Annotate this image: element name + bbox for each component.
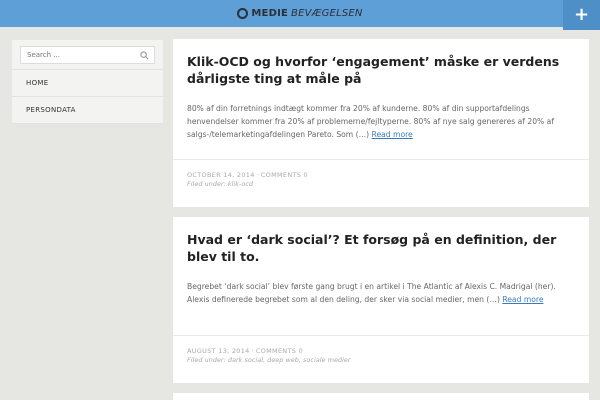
logo-circle-icon bbox=[237, 7, 249, 19]
sidebar-item-persondata[interactable]: PERSONDATA bbox=[12, 97, 163, 124]
search-box bbox=[20, 46, 155, 64]
search-input[interactable] bbox=[27, 51, 148, 59]
post-tags[interactable]: klik-ocd bbox=[228, 180, 253, 188]
post-excerpt-text: Begrebet ‘dark social’ blev første gang … bbox=[187, 282, 556, 304]
post-date[interactable]: October 14, 2014 bbox=[187, 171, 255, 179]
post-excerpt: Begrebet ‘dark social’ blev første gang … bbox=[187, 280, 575, 306]
post-excerpt-text: 80% af din forretnings indtægt kommer fr… bbox=[187, 104, 555, 139]
search-widget bbox=[12, 40, 163, 70]
post-meta: October 14, 2014 · Comments 0 Filed unde… bbox=[173, 159, 589, 207]
site-logo[interactable]: MEDIE BEVÆGELSEN bbox=[0, 6, 600, 20]
read-more-link[interactable]: Read more bbox=[372, 130, 413, 139]
filed-under-label: Filed under: bbox=[187, 180, 226, 188]
logo-text-bold: MEDIE bbox=[251, 7, 289, 19]
logo-text-light: BEVÆGELSEN bbox=[291, 7, 363, 19]
post-comments-link[interactable]: Comments 0 bbox=[256, 347, 303, 355]
sidebar: HOME PERSONDATA bbox=[12, 40, 163, 124]
post-tags[interactable]: dark social, deep web, sociale medier bbox=[228, 356, 351, 364]
plus-button[interactable]: + bbox=[563, 0, 600, 30]
post-card: Klik-OCD og hvorfor ‘engagement’ måske e… bbox=[173, 39, 589, 207]
filed-under-label: Filed under: bbox=[187, 356, 226, 364]
post-excerpt: 80% af din forretnings indtægt kommer fr… bbox=[187, 102, 575, 141]
post-meta: August 13, 2014 · Comments 0 Filed under… bbox=[173, 335, 589, 383]
read-more-link[interactable]: Read more bbox=[502, 295, 543, 304]
sidebar-item-home[interactable]: HOME bbox=[12, 70, 163, 97]
post-title[interactable]: Klik-OCD og hvorfor ‘engagement’ måske e… bbox=[187, 53, 575, 87]
post-card: Hvad er ‘dark social’? Et forsøg på en d… bbox=[173, 217, 589, 383]
post-comments-link[interactable]: Comments 0 bbox=[261, 171, 308, 179]
post-date[interactable]: August 13, 2014 bbox=[187, 347, 250, 355]
search-icon[interactable] bbox=[140, 51, 149, 60]
post-card bbox=[173, 393, 589, 400]
post-title[interactable]: Hvad er ‘dark social’? Et forsøg på en d… bbox=[187, 231, 575, 265]
top-header-bar: MEDIE BEVÆGELSEN + bbox=[0, 0, 600, 30]
